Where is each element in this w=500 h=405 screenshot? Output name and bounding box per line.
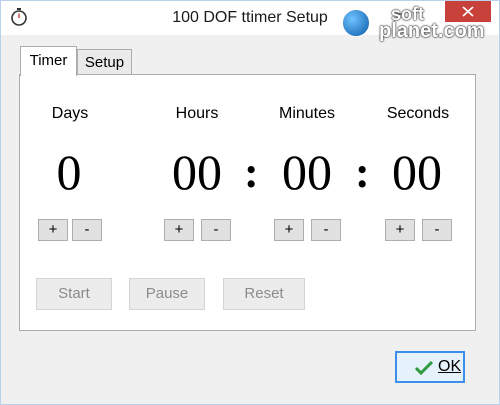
title-bar: 100 DOF ttimer Setup soft planet.com [1, 1, 499, 42]
start-button[interactable]: Start [36, 278, 112, 310]
globe-icon [342, 9, 370, 37]
close-button[interactable] [445, 1, 491, 22]
minutes-label: Minutes [278, 105, 336, 122]
tab-setup[interactable]: Setup [77, 49, 132, 75]
reset-button[interactable]: Reset [223, 278, 305, 310]
seconds-label: Seconds [386, 105, 450, 122]
checkmark-icon [415, 361, 433, 375]
hours-value: 00 [172, 144, 222, 200]
days-minus-button[interactable]: - [72, 219, 102, 241]
hours-plus-button[interactable]: + [164, 219, 194, 241]
days-value: 0 [56, 144, 82, 200]
app-window: 100 DOF ttimer Setup soft planet.com Set… [0, 0, 500, 405]
hours-label: Hours [175, 105, 219, 122]
separator-1: : [244, 148, 259, 197]
seconds-minus-button[interactable]: - [422, 219, 452, 241]
ok-button[interactable]: OK [395, 351, 465, 383]
minutes-plus-button[interactable]: + [274, 219, 304, 241]
days-label: Days [51, 105, 89, 122]
seconds-plus-button[interactable]: + [385, 219, 415, 241]
separator-2: : [355, 148, 370, 197]
close-icon [462, 6, 474, 17]
tab-timer[interactable]: Timer [20, 46, 77, 76]
seconds-value: 00 [392, 144, 442, 200]
hours-minus-button[interactable]: - [201, 219, 231, 241]
watermark-line2: planet.com [379, 20, 485, 42]
minutes-minus-button[interactable]: - [311, 219, 341, 241]
pause-button[interactable]: Pause [129, 278, 205, 310]
minutes-value: 00 [282, 144, 332, 200]
ok-label: OK [438, 358, 462, 375]
days-plus-button[interactable]: + [38, 219, 68, 241]
